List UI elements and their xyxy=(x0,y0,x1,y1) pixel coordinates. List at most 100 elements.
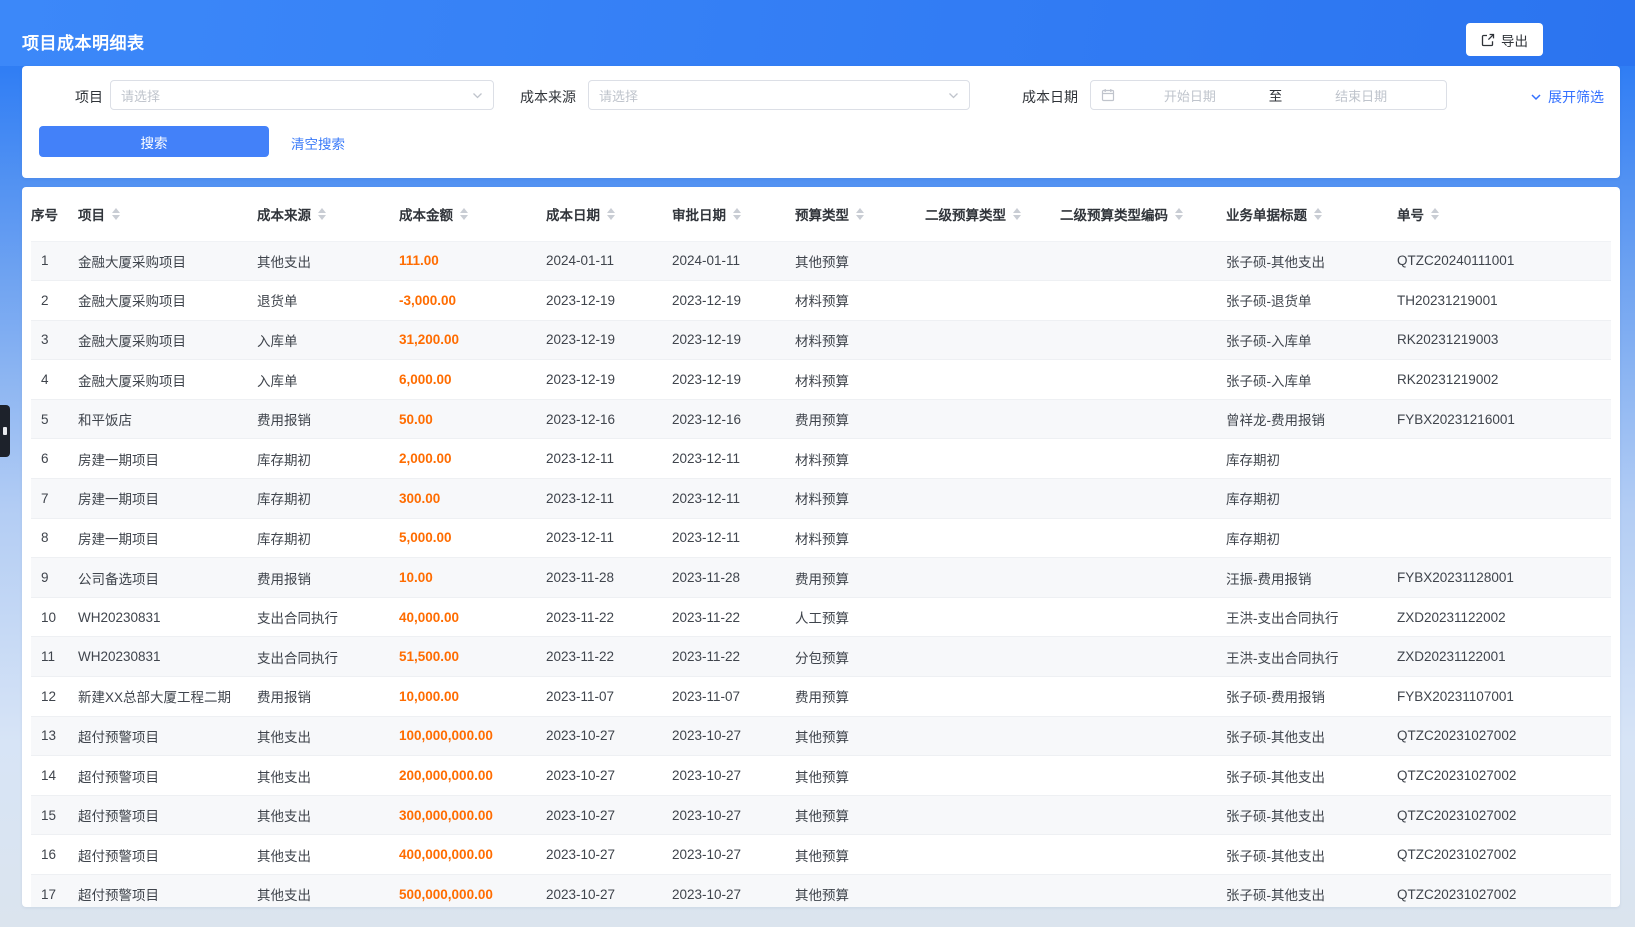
cost-date-range-picker[interactable]: 开始日期 至 结束日期 xyxy=(1090,80,1447,110)
cell-doc-number: QTZC20231027002 xyxy=(1397,795,1611,835)
cell-cost-date: 2023-10-27 xyxy=(546,756,672,796)
cell-project: 超付预警项目 xyxy=(78,795,257,835)
cell-budget-type: 费用预算 xyxy=(795,677,925,717)
cell-cost-amount: 6,000.00 xyxy=(399,360,546,400)
cell-sub-budget-code xyxy=(1060,281,1226,321)
cell-sub-budget-code xyxy=(1060,597,1226,637)
cost-source-label: 成本来源 xyxy=(520,87,576,107)
cell-doc-number: RK20231219003 xyxy=(1397,320,1611,360)
table-row: 3 金融大厦采购项目 入库单 31,200.00 2023-12-19 2023… xyxy=(31,320,1611,360)
cell-budget-type: 其他预算 xyxy=(795,716,925,756)
cell-cost-source: 其他支出 xyxy=(257,241,399,281)
column-header[interactable]: 成本日期 xyxy=(546,187,672,241)
cell-index: 4 xyxy=(31,360,78,400)
column-header[interactable]: 成本来源 xyxy=(257,187,399,241)
cell-sub-budget-type xyxy=(925,677,1060,717)
column-header[interactable]: 二级预算类型编码 xyxy=(1060,187,1226,241)
cell-cost-date: 2023-12-16 xyxy=(546,399,672,439)
cell-cost-amount: 31,200.00 xyxy=(399,320,546,360)
cell-cost-source: 入库单 xyxy=(257,320,399,360)
cell-project: 新建XX总部大厦工程二期 xyxy=(78,677,257,717)
cell-project: WH20230831 xyxy=(78,637,257,677)
cell-index: 1 xyxy=(31,241,78,281)
cell-doc-number: QTZC20231027002 xyxy=(1397,716,1611,756)
drawer-handle[interactable] xyxy=(0,405,10,457)
cell-sub-budget-code xyxy=(1060,875,1226,908)
project-select-placeholder: 请选择 xyxy=(121,86,472,105)
export-button[interactable]: 导出 xyxy=(1466,23,1543,56)
cell-index: 14 xyxy=(31,756,78,796)
cell-cost-date: 2023-12-11 xyxy=(546,439,672,479)
end-date-input[interactable]: 结束日期 xyxy=(1286,86,1436,105)
column-header-label: 项目 xyxy=(78,204,105,224)
cell-sub-budget-code xyxy=(1060,756,1226,796)
table-row: 15 超付预警项目 其他支出 300,000,000.00 2023-10-27… xyxy=(31,795,1611,835)
cell-cost-amount: 400,000,000.00 xyxy=(399,835,546,875)
start-date-input[interactable]: 开始日期 xyxy=(1115,86,1265,105)
table-row: 6 房建一期项目 库存期初 2,000.00 2023-12-11 2023-1… xyxy=(31,439,1611,479)
cell-doc-number xyxy=(1397,439,1611,479)
cell-doc-title: 张子硕-入库单 xyxy=(1226,360,1397,400)
cell-cost-date: 2023-12-19 xyxy=(546,320,672,360)
column-header-label: 二级预算类型编码 xyxy=(1060,204,1168,224)
cell-cost-amount: 40,000.00 xyxy=(399,597,546,637)
cost-source-select[interactable]: 请选择 xyxy=(588,80,970,110)
sort-icon xyxy=(607,208,615,220)
cell-project: 超付预警项目 xyxy=(78,716,257,756)
column-header-label: 序号 xyxy=(31,204,58,224)
cell-sub-budget-code xyxy=(1060,439,1226,479)
column-header[interactable]: 审批日期 xyxy=(672,187,795,241)
search-button[interactable]: 搜索 xyxy=(39,126,269,157)
cell-cost-amount: 200,000,000.00 xyxy=(399,756,546,796)
cost-detail-table-card: 序号 项目 xyxy=(22,187,1620,907)
cell-cost-date: 2023-12-19 xyxy=(546,281,672,321)
table-row: 13 超付预警项目 其他支出 100,000,000.00 2023-10-27… xyxy=(31,716,1611,756)
cell-cost-date: 2023-12-11 xyxy=(546,479,672,519)
column-header[interactable]: 项目 xyxy=(78,187,257,241)
table-row: 9 公司备选项目 费用报销 10.00 2023-11-28 2023-11-2… xyxy=(31,558,1611,598)
project-label: 项目 xyxy=(75,87,103,107)
column-header[interactable]: 单号 xyxy=(1397,187,1611,241)
cell-doc-number: QTZC20240111001 xyxy=(1397,241,1611,281)
column-header[interactable]: 成本金额 xyxy=(399,187,546,241)
cell-budget-type: 人工预算 xyxy=(795,597,925,637)
cell-sub-budget-type xyxy=(925,716,1060,756)
cell-sub-budget-code xyxy=(1060,795,1226,835)
cell-budget-type: 材料预算 xyxy=(795,518,925,558)
calendar-icon xyxy=(1101,88,1115,102)
cell-cost-date: 2023-10-27 xyxy=(546,835,672,875)
column-header[interactable]: 预算类型 xyxy=(795,187,925,241)
cell-approve-date: 2023-12-19 xyxy=(672,281,795,321)
cell-cost-date: 2023-10-27 xyxy=(546,716,672,756)
cell-cost-source: 其他支出 xyxy=(257,795,399,835)
cell-cost-date: 2023-11-22 xyxy=(546,597,672,637)
clear-search-link[interactable]: 清空搜索 xyxy=(291,133,345,153)
cell-cost-amount: -3,000.00 xyxy=(399,281,546,321)
cell-cost-date: 2024-01-11 xyxy=(546,241,672,281)
cell-sub-budget-type xyxy=(925,241,1060,281)
cell-project: 和平饭店 xyxy=(78,399,257,439)
cell-cost-amount: 2,000.00 xyxy=(399,439,546,479)
cell-doc-number: FYBX20231128001 xyxy=(1397,558,1611,598)
cell-doc-title: 张子硕-退货单 xyxy=(1226,281,1397,321)
cell-doc-number xyxy=(1397,479,1611,519)
cell-doc-number: QTZC20231027002 xyxy=(1397,835,1611,875)
cell-index: 12 xyxy=(31,677,78,717)
cell-sub-budget-code xyxy=(1060,558,1226,598)
cell-approve-date: 2023-12-11 xyxy=(672,518,795,558)
expand-filter-link[interactable]: 展开筛选 xyxy=(1530,87,1604,107)
cell-sub-budget-code xyxy=(1060,320,1226,360)
column-header[interactable]: 二级预算类型 xyxy=(925,187,1060,241)
cell-doc-title: 张子硕-费用报销 xyxy=(1226,677,1397,717)
cell-approve-date: 2023-11-28 xyxy=(672,558,795,598)
cell-cost-source: 库存期初 xyxy=(257,439,399,479)
cell-budget-type: 材料预算 xyxy=(795,479,925,519)
cell-sub-budget-type xyxy=(925,875,1060,908)
cell-sub-budget-code xyxy=(1060,360,1226,400)
sort-icon xyxy=(112,208,120,220)
cell-index: 2 xyxy=(31,281,78,321)
project-select[interactable]: 请选择 xyxy=(110,80,494,110)
column-header[interactable]: 业务单据标题 xyxy=(1226,187,1397,241)
table-row: 16 超付预警项目 其他支出 400,000,000.00 2023-10-27… xyxy=(31,835,1611,875)
cell-index: 13 xyxy=(31,716,78,756)
